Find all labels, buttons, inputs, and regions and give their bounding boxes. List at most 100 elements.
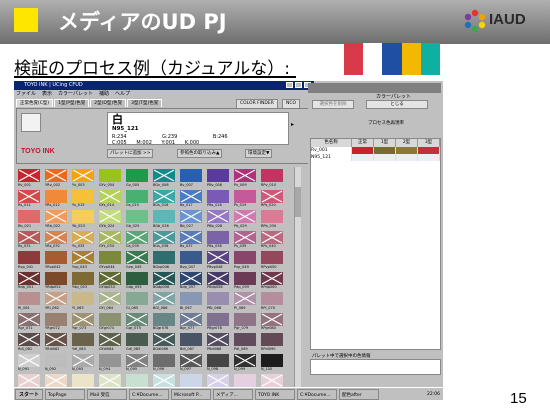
color-chip[interactable] — [261, 271, 283, 285]
color-chip[interactable] — [207, 333, 229, 346]
color-chip[interactable] — [126, 353, 148, 367]
color-chip[interactable] — [72, 353, 94, 367]
color-chip[interactable] — [45, 333, 67, 346]
taskbar-item[interactable]: 配色after — [339, 389, 380, 400]
color-chip[interactable] — [180, 169, 202, 182]
color-chip[interactable] — [153, 312, 175, 326]
color-chip[interactable] — [234, 353, 256, 367]
color-chip[interactable] — [126, 333, 148, 346]
color-chip[interactable] — [207, 230, 229, 244]
maximize-icon[interactable] — [295, 82, 302, 88]
color-chip[interactable] — [207, 312, 229, 326]
color-chip[interactable] — [126, 189, 148, 203]
color-chip[interactable] — [18, 189, 40, 203]
color-chip[interactable] — [207, 292, 229, 305]
menu-view[interactable]: 表示 — [42, 91, 52, 98]
taskbar-item[interactable]: TOYO INK — [255, 389, 296, 400]
color-chip[interactable] — [234, 210, 256, 223]
color-chip[interactable] — [72, 271, 94, 285]
color-chip[interactable] — [234, 374, 256, 387]
color-chip[interactable] — [126, 210, 148, 223]
grid-scrollbar[interactable] — [294, 167, 301, 395]
color-chip[interactable] — [45, 271, 67, 285]
palette-row[interactable]: Rv_001 — [311, 147, 440, 154]
color-chip[interactable] — [45, 292, 67, 305]
import-reference-button[interactable]: 参照色の取り込み▲ — [177, 149, 223, 158]
color-chip[interactable] — [207, 374, 229, 387]
color-chip[interactable] — [180, 333, 202, 346]
color-chip[interactable] — [18, 333, 40, 346]
color-chip[interactable] — [153, 292, 175, 305]
color-chip[interactable] — [72, 292, 94, 305]
menu-help[interactable]: ヘルプ — [115, 91, 130, 98]
color-chip[interactable] — [45, 169, 67, 182]
color-chip[interactable] — [72, 230, 94, 244]
color-chip[interactable] — [126, 292, 148, 305]
color-chip[interactable] — [18, 271, 40, 285]
color-chip[interactable] — [180, 189, 202, 203]
color-chip[interactable] — [99, 333, 121, 346]
color-chip[interactable] — [99, 374, 121, 387]
settings-button[interactable]: 環境設定▼ — [245, 149, 273, 158]
color-chip[interactable] — [126, 271, 148, 285]
menu-color-palette[interactable]: カラーパレット — [58, 91, 93, 98]
color-chip[interactable] — [99, 189, 121, 203]
color-chip[interactable] — [45, 230, 67, 244]
color-chip[interactable] — [180, 210, 202, 223]
color-chip[interactable] — [18, 230, 40, 244]
color-chip[interactable] — [126, 312, 148, 326]
color-chip[interactable] — [234, 169, 256, 182]
taskbar-item[interactable]: C:¥Docume... — [129, 389, 170, 400]
color-chip[interactable] — [45, 251, 67, 264]
color-chip[interactable] — [72, 169, 94, 182]
color-chip[interactable] — [45, 210, 67, 223]
color-chip[interactable] — [99, 312, 121, 326]
color-chip[interactable] — [99, 169, 121, 182]
taskbar-item[interactable]: メディア... — [213, 389, 254, 400]
color-chip[interactable] — [153, 271, 175, 285]
taskbar-item[interactable]: TopPage — [45, 389, 86, 400]
color-chip[interactable] — [45, 189, 67, 203]
color-chip[interactable] — [261, 251, 283, 264]
color-chip[interactable] — [207, 353, 229, 367]
taskbar-item[interactable]: C:¥Docume... — [297, 389, 338, 400]
menu-file[interactable]: ファイル — [16, 91, 36, 98]
tab-type-d[interactable]: 2型(D型)色覚 — [90, 99, 127, 107]
color-chip[interactable] — [18, 210, 40, 223]
tab-type-p[interactable]: 1型(P型)色覚 — [54, 99, 90, 107]
color-chip[interactable] — [18, 292, 40, 305]
color-chip[interactable] — [207, 210, 229, 223]
scroll-thumb[interactable] — [295, 187, 301, 217]
color-chip[interactable] — [45, 353, 67, 367]
color-chip[interactable] — [153, 251, 175, 264]
color-chip[interactable] — [153, 333, 175, 346]
color-chip[interactable] — [126, 374, 148, 387]
color-chip[interactable] — [99, 292, 121, 305]
color-chip[interactable] — [99, 353, 121, 367]
color-chip[interactable] — [99, 251, 121, 264]
color-chip[interactable] — [234, 251, 256, 264]
color-chip[interactable] — [234, 312, 256, 326]
color-chip[interactable] — [72, 333, 94, 346]
color-chip[interactable] — [261, 189, 283, 203]
color-chip[interactable] — [45, 374, 67, 387]
tab-type-t[interactable]: 3型(T型)色覚 — [127, 99, 163, 107]
color-chip[interactable] — [261, 333, 283, 346]
color-chip[interactable] — [126, 251, 148, 264]
delete-color-button[interactable]: 選択色を削除 — [312, 100, 354, 109]
color-chip[interactable] — [72, 251, 94, 264]
color-chip[interactable] — [261, 292, 283, 305]
color-chip[interactable] — [18, 251, 40, 264]
menu-assist[interactable]: 補助 — [99, 91, 109, 98]
minimize-icon[interactable] — [286, 82, 293, 88]
start-button[interactable]: スタート — [15, 389, 44, 400]
color-chip[interactable] — [18, 312, 40, 326]
color-chip[interactable] — [180, 353, 202, 367]
color-chip[interactable] — [18, 374, 40, 387]
color-chip[interactable] — [72, 312, 94, 326]
taskbar-item[interactable]: Microsoft P... — [171, 389, 212, 400]
color-chip[interactable] — [207, 169, 229, 182]
color-chip[interactable] — [234, 333, 256, 346]
color-chip[interactable] — [180, 312, 202, 326]
color-chip[interactable] — [261, 210, 283, 223]
